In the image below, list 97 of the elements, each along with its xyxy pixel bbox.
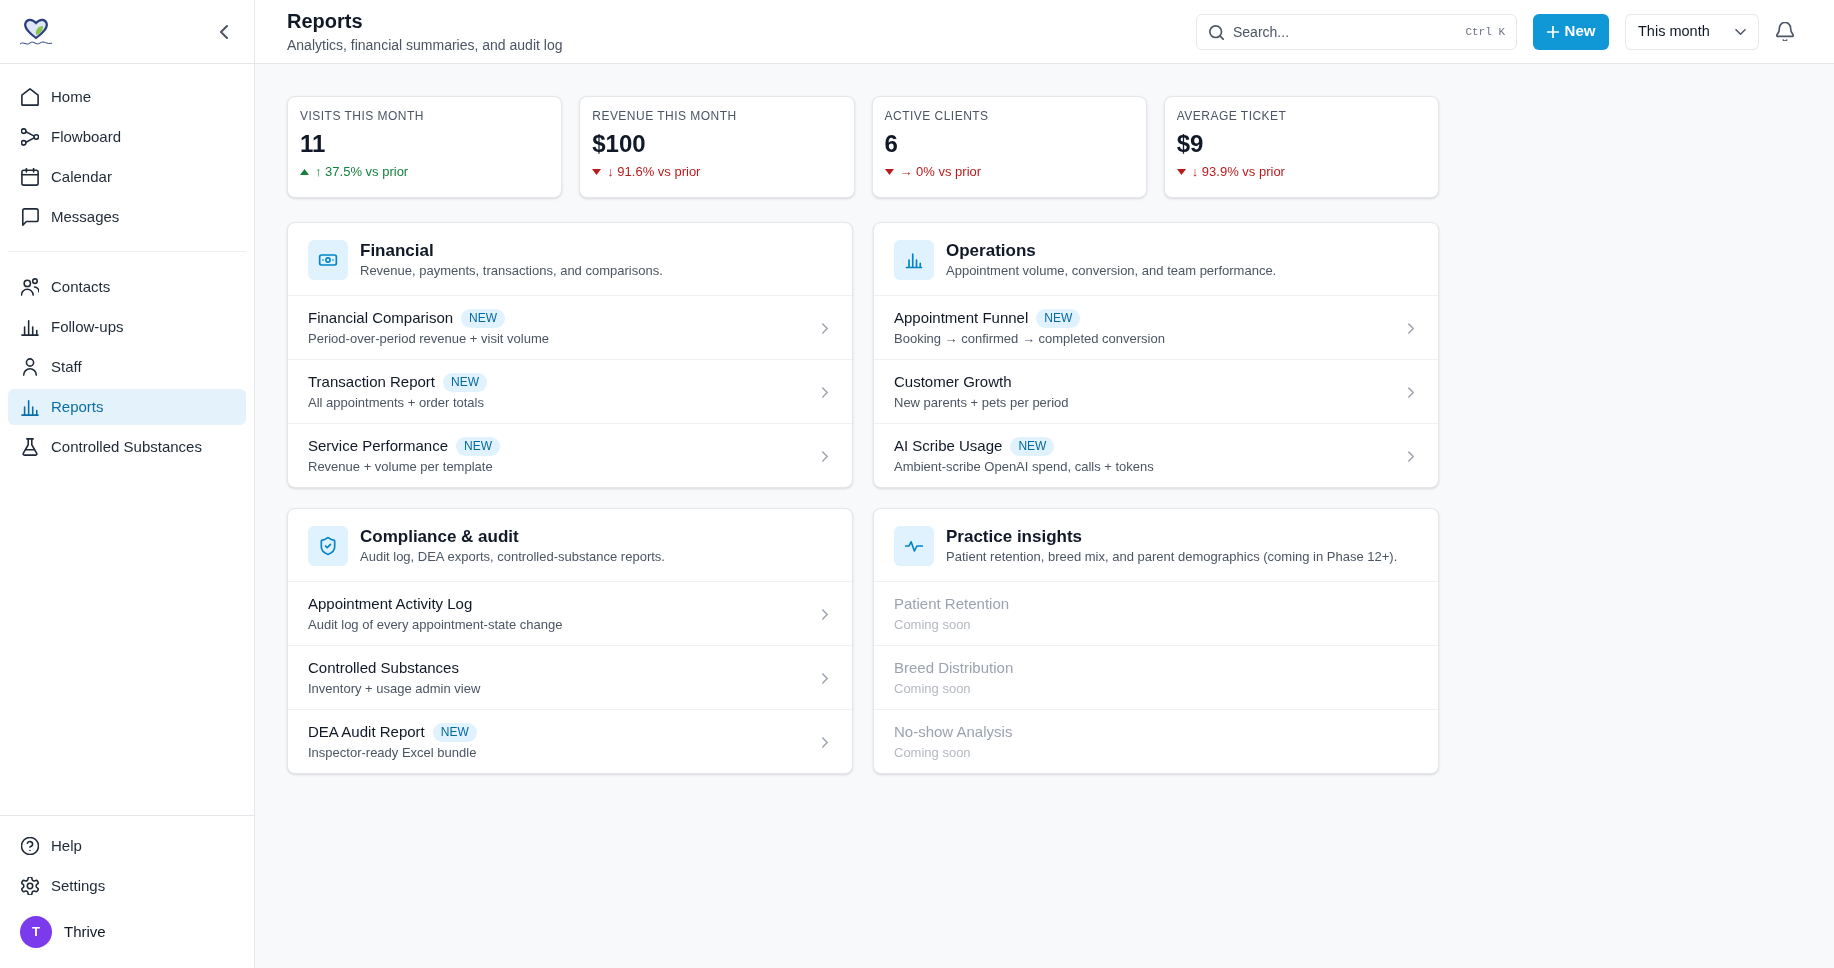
nav-item[interactable]: Settings xyxy=(8,868,246,904)
report-description: Audit log of every appointment-state change xyxy=(308,616,563,634)
people-icon xyxy=(21,278,39,296)
stat-change: ↓ 91.6% vs prior xyxy=(607,163,701,181)
bar-chart-icon xyxy=(21,398,39,416)
report-description: Ambient-scribe OpenAI spend, calls + tokens xyxy=(894,458,1154,476)
new-badge: NEW xyxy=(432,722,477,742)
home-icon xyxy=(21,88,39,106)
chevron-right-icon[interactable] xyxy=(822,672,828,684)
bar-chart-icon xyxy=(894,240,934,280)
flask-icon xyxy=(21,438,39,456)
collapse-button[interactable] xyxy=(218,23,230,40)
report-description: Booking → confirmed → completed conversion xyxy=(894,330,1165,348)
report-description: Coming soon xyxy=(894,744,971,762)
pulse-icon xyxy=(894,526,934,566)
new-badge: NEW xyxy=(1010,436,1055,456)
settings-icon xyxy=(21,877,39,895)
nav-item[interactable]: Contacts xyxy=(8,269,246,305)
report-title: Breed Distribution xyxy=(894,658,1014,678)
person-icon xyxy=(21,358,39,376)
page-title: Reports xyxy=(287,8,363,33)
search-icon xyxy=(1209,24,1224,40)
chevron-right-icon[interactable] xyxy=(822,322,828,334)
section-title: Practice insights xyxy=(946,526,1083,548)
nav-item[interactable]: Messages xyxy=(8,199,246,235)
section-description: Patient retention, breed mix, and parent demographics (coming in Phase 12+). xyxy=(946,548,1398,566)
message-icon xyxy=(21,208,39,226)
bar-chart-icon xyxy=(21,318,39,336)
stat-change: ↓ 93.9% vs prior xyxy=(1191,163,1285,181)
stat-label: VISITS THIS MONTH xyxy=(300,108,424,124)
report-title[interactable]: Appointment Funnel xyxy=(894,308,1029,328)
report-title[interactable]: AI Scribe Usage xyxy=(894,436,1003,456)
nav-item[interactable]: Staff xyxy=(8,349,246,385)
stat-value: 11 xyxy=(300,129,326,159)
period-select[interactable]: This month xyxy=(1625,13,1759,50)
report-title[interactable]: DEA Audit Report xyxy=(308,722,425,742)
report-title[interactable]: Financial Comparison xyxy=(308,308,454,328)
calendar-icon xyxy=(21,168,39,186)
shield-check-icon xyxy=(308,526,348,566)
report-title: No-show Analysis xyxy=(894,722,1013,742)
report-title[interactable]: Service Performance xyxy=(308,436,449,456)
section-description: Appointment volume, conversion, and team performance. xyxy=(946,262,1277,280)
nav-item[interactable]: Flowboard xyxy=(8,119,246,155)
report-description: Revenue + volume per template xyxy=(308,458,493,476)
stat-label: REVENUE THIS MONTH xyxy=(592,108,737,124)
chevron-right-icon[interactable] xyxy=(1408,386,1414,398)
nav-item[interactable]: Controlled Substances xyxy=(8,429,246,465)
page-subtitle: Analytics, financial summaries, and audit log xyxy=(287,35,563,55)
section-title: Compliance & audit xyxy=(360,526,519,548)
chevron-down-icon xyxy=(1735,28,1746,35)
new-badge: NEW xyxy=(443,372,487,392)
chevron-right-icon[interactable] xyxy=(822,736,828,748)
bell-icon[interactable] xyxy=(1776,22,1794,41)
shortcut-hint: Ctrl K xyxy=(1465,24,1505,40)
nav-item[interactable]: Calendar xyxy=(8,159,246,195)
chevron-right-icon[interactable] xyxy=(822,608,828,620)
report-description: All appointments + order totals xyxy=(308,394,484,412)
section-description: Revenue, payments, transactions, and comparisons. xyxy=(360,262,663,280)
nav-item[interactable]: Reports xyxy=(8,389,246,425)
section-title: Financial xyxy=(360,240,434,262)
new-badge: NEW xyxy=(456,436,501,456)
nav-item[interactable]: Help xyxy=(8,828,246,864)
stat-change: ↑ 37.5% vs prior xyxy=(315,163,409,181)
avatar: T xyxy=(20,916,52,948)
report-description: Period-over-period revenue + visit volume xyxy=(308,330,549,348)
new-badge: NEW xyxy=(1036,308,1081,328)
report-title: Patient Retention xyxy=(894,594,1010,614)
stat-value: 6 xyxy=(884,129,898,159)
nav-item[interactable]: Home xyxy=(8,79,246,115)
chevron-right-icon[interactable] xyxy=(1408,450,1414,462)
chevron-right-icon[interactable] xyxy=(822,386,828,398)
plus-icon xyxy=(1546,25,1559,38)
new-badge: NEW xyxy=(461,308,506,328)
section-title: Operations xyxy=(946,240,1036,262)
report-title[interactable]: Customer Growth xyxy=(894,372,1012,392)
report-description: Inventory + usage admin view xyxy=(308,680,481,698)
user-name: Thrive xyxy=(64,921,106,942)
stat-label: AVERAGE TICKET xyxy=(1176,108,1287,124)
help-icon xyxy=(21,837,39,855)
nodes-icon xyxy=(21,128,39,146)
chevron-right-icon[interactable] xyxy=(1408,322,1414,334)
section-description: Audit log, DEA exports, controlled-substance reports. xyxy=(360,548,665,566)
stat-label: ACTIVE CLIENTS xyxy=(884,108,989,124)
chevron-right-icon[interactable] xyxy=(822,450,828,462)
report-description: New parents + pets per period xyxy=(894,394,1069,412)
report-description: Coming soon xyxy=(894,616,971,634)
report-title[interactable]: Appointment Activity Log xyxy=(308,594,473,614)
stat-value: $100 xyxy=(592,129,646,159)
stat-change: → 0% vs prior xyxy=(899,163,982,181)
report-description: Inspector-ready Excel bundle xyxy=(308,744,477,762)
report-title[interactable]: Controlled Substances xyxy=(308,658,459,678)
nav-item[interactable]: Follow-ups xyxy=(8,309,246,345)
chevron-left-icon xyxy=(220,24,228,39)
stat-value: $9 xyxy=(1176,129,1204,159)
report-description: Coming soon xyxy=(894,680,971,698)
report-title[interactable]: Transaction Report xyxy=(308,372,435,392)
banknote-icon xyxy=(308,240,348,280)
